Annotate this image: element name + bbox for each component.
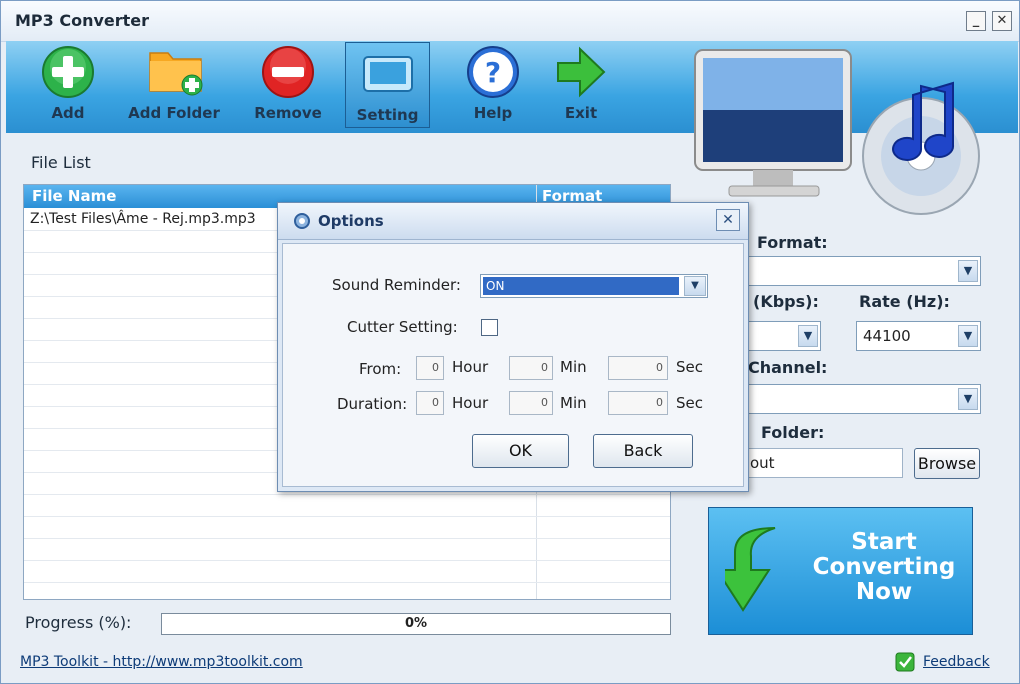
progress-label: Progress (%): [25,613,132,632]
feedback-icon [895,652,915,672]
ok-button[interactable]: OK [472,434,569,468]
from-label: From: [359,360,402,378]
output-folder-label: Folder: [761,423,825,442]
start-converting-text: Start Converting Now [809,530,959,605]
sound-reminder-select[interactable]: ON ▼ [480,274,708,298]
from-sec-unit: Sec [676,358,703,376]
start-line-3: Now [855,579,913,605]
table-row [24,495,670,517]
dialog-title: Options [318,212,384,230]
file-name-cell: Z:\Test Files\Âme - Rej.mp3.mp3 [30,211,256,227]
setting-label: Setting [356,106,419,124]
start-line-1: Start [851,529,917,555]
help-icon: ? [467,46,519,98]
chevron-down-icon[interactable]: ▼ [798,325,818,347]
duration-min-input[interactable]: 0 [509,391,553,415]
remove-button[interactable]: Remove [244,41,332,127]
duration-label: Duration: [337,395,408,413]
dialog-body: Sound Reminder: ON ▼ Cutter Setting: Fro… [282,243,744,487]
minimize-button[interactable]: _ [966,11,986,31]
exit-button[interactable]: Exit [546,41,616,127]
remove-icon [262,46,314,98]
channel-select[interactable]: ▼ [741,384,981,414]
add-button[interactable]: Add [28,41,108,127]
back-button[interactable]: Back [593,434,693,468]
svg-text:?: ? [485,56,501,89]
bitrate-label: (Kbps): [753,292,819,311]
help-button[interactable]: ? Help [453,41,533,127]
exit-arrow-icon [557,46,606,98]
remove-label: Remove [254,104,322,122]
down-arrow-icon [725,527,776,612]
duration-hour-input[interactable]: 0 [416,391,444,415]
feedback-link[interactable]: Feedback [923,654,990,670]
bitrate-select[interactable]: ▼ [741,321,821,351]
chevron-down-icon[interactable]: ▼ [958,260,978,282]
from-hour-input[interactable]: 0 [416,356,444,380]
folder-add-icon [149,52,203,96]
output-folder-value: out [750,454,775,472]
dialog-title-bar: Options ✕ [278,203,748,240]
title-bar: MP3 Converter _ ✕ [1,1,1019,42]
main-window: MP3 Converter _ ✕ Add Add Folder Remove … [0,0,1020,684]
chevron-down-icon[interactable]: ▼ [684,276,706,296]
table-row [24,517,670,539]
file-list-label: File List [31,153,91,172]
dialog-close-button[interactable]: ✕ [716,209,740,231]
duration-min-unit: Min [560,394,587,412]
table-row [24,561,670,583]
start-line-2: Converting [812,554,956,580]
format-select[interactable]: ▼ [741,256,981,286]
duration-sec-unit: Sec [676,394,703,412]
channel-label: Channel: [748,358,828,377]
setting-button[interactable]: Setting [345,42,430,128]
website-link[interactable]: MP3 Toolkit - http://www.mp3toolkit.com [20,654,303,670]
cutter-setting-checkbox[interactable] [481,319,498,336]
add-folder-label: Add Folder [128,104,220,122]
rate-select[interactable]: 44100 ▼ [856,321,981,351]
format-label: Format: [757,233,828,252]
add-label: Add [51,104,85,122]
from-min-input[interactable]: 0 [509,356,553,380]
cutter-setting-label: Cutter Setting: [347,318,458,336]
rate-value: 44100 [863,327,911,345]
chevron-down-icon[interactable]: ▼ [958,325,978,347]
sound-reminder-value: ON [483,277,679,295]
options-dialog: Options ✕ Sound Reminder: ON ▼ Cutter Se… [277,202,749,492]
duration-hour-unit: Hour [452,394,489,412]
sound-reminder-label: Sound Reminder: [332,276,461,294]
help-label: Help [473,104,513,122]
app-title: MP3 Converter [15,11,150,30]
progress-bar: 0% [161,613,671,635]
chevron-down-icon[interactable]: ▼ [958,388,978,410]
table-row [24,539,670,561]
column-file-name[interactable]: File Name [32,187,116,205]
from-min-unit: Min [560,358,587,376]
duration-sec-input[interactable]: 0 [608,391,668,415]
options-icon [294,213,310,229]
from-hour-unit: Hour [452,358,489,376]
start-converting-button[interactable]: Start Converting Now [708,507,973,635]
output-folder-field[interactable]: out [741,448,903,478]
close-button[interactable]: ✕ [992,11,1012,31]
from-sec-input[interactable]: 0 [608,356,668,380]
monitor-cd-graphic [694,49,980,215]
add-folder-button[interactable]: Add Folder [124,41,224,127]
add-icon [42,46,94,98]
rate-label: Rate (Hz): [859,292,950,311]
setting-icon [363,56,413,92]
browse-button[interactable]: Browse [914,448,980,479]
exit-label: Exit [564,104,598,122]
